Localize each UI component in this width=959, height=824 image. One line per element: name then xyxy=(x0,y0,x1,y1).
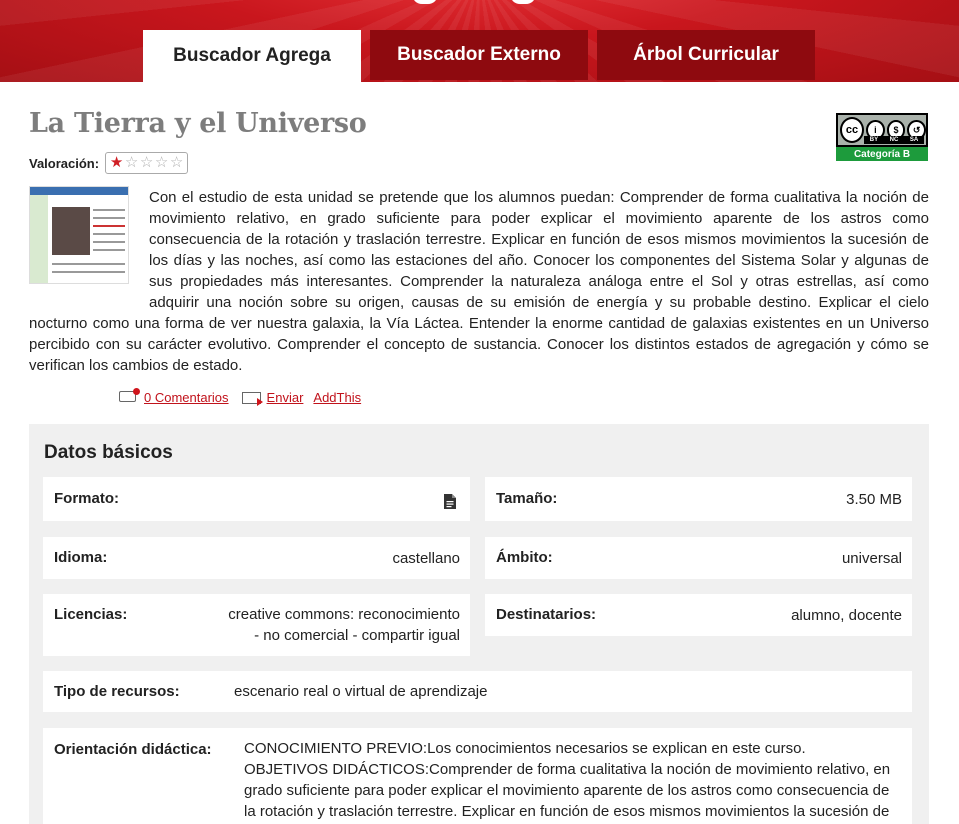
rating-label: Valoración: xyxy=(29,155,100,171)
thumbnail-spacer xyxy=(29,187,149,311)
cc-icon: cc xyxy=(840,117,865,143)
comment-icon xyxy=(118,388,140,406)
tamano-label: Tamaño: xyxy=(496,490,558,507)
idioma-label: Idioma: xyxy=(54,549,108,566)
ambito-card: Ámbito: universal xyxy=(485,537,912,579)
licencias-value-line: - no comercial - compartir igual xyxy=(254,627,460,644)
orientacion-label: Orientación didáctica: xyxy=(54,741,212,758)
formato-label: Formato: xyxy=(54,490,119,507)
tab-buscador-externo[interactable]: Buscador Externo xyxy=(370,30,588,80)
star-icon[interactable]: ★ xyxy=(109,154,124,172)
panel-title: Datos básicos xyxy=(44,442,173,463)
licencias-value: creative commons: reconocimiento - no co… xyxy=(228,604,460,646)
send-link[interactable]: Enviar xyxy=(267,390,304,405)
orientacion-value: CONOCIMIENTO PREVIO:Los conocimientos ne… xyxy=(244,738,894,822)
tamano-card: Tamaño: 3.50 MB xyxy=(485,477,912,521)
ambito-label: Ámbito: xyxy=(496,549,553,566)
site-header: Buscador Agrega Buscador Externo Árbol C… xyxy=(0,0,959,82)
cc-term-by: BY xyxy=(869,137,879,143)
licencias-value-line: creative commons: reconocimiento xyxy=(228,606,460,623)
resource-actions: 0 Comentarios Enviar AddThis xyxy=(118,388,361,406)
description-text: Con el estudio de esta unidad se pretend… xyxy=(29,189,929,374)
document-icon[interactable] xyxy=(444,494,456,509)
destinatarios-value: alumno, docente xyxy=(791,607,902,624)
addthis-link[interactable]: AddThis xyxy=(313,390,361,405)
idioma-card: Idioma: castellano xyxy=(43,537,470,579)
orientacion-line: OBJETIVOS DIDÁCTICOS:Comprender de forma… xyxy=(244,761,891,820)
send-mail-icon xyxy=(241,388,263,406)
ambito-value: universal xyxy=(841,550,902,567)
datos-basicos-panel: Datos básicos Formato: Tamaño: 3.50 MB I… xyxy=(29,424,929,824)
rating-row: Valoración: ★ ☆ ☆ ☆ ☆ xyxy=(29,152,189,174)
star-icon[interactable]: ☆ xyxy=(124,154,139,172)
destinatarios-card: Destinatarios: alumno, docente xyxy=(485,594,912,636)
resource-description: Con el estudio de esta unidad se pretend… xyxy=(29,187,929,376)
tamano-value: 3.50 MB xyxy=(846,491,902,508)
star-rating[interactable]: ★ ☆ ☆ ☆ ☆ xyxy=(105,152,189,174)
comments-link[interactable]: 0 Comentarios xyxy=(144,390,229,405)
tipo-recursos-card: Tipo de recursos: escenario real o virtu… xyxy=(43,671,912,712)
orientacion-card: Orientación didáctica: CONOCIMIENTO PREV… xyxy=(43,728,912,824)
destinatarios-label: Destinatarios: xyxy=(496,606,597,623)
licencias-card: Licencias: creative commons: reconocimie… xyxy=(43,594,470,656)
tipo-recursos-value: escenario real o virtual de aprendizaje xyxy=(234,683,488,700)
idioma-value: castellano xyxy=(392,550,460,567)
license-badge[interactable]: cc i $ ↺ BY NC SA Categoría B xyxy=(836,113,928,161)
site-logo[interactable] xyxy=(400,0,560,8)
formato-card: Formato: xyxy=(43,477,470,521)
cc-logo: cc i $ ↺ BY NC SA xyxy=(836,113,928,147)
orientacion-line: CONOCIMIENTO PREVIO:Los conocimientos ne… xyxy=(244,740,806,757)
tipo-recursos-label: Tipo de recursos: xyxy=(54,683,180,700)
resource-title: La Tierra y el Universo xyxy=(29,108,367,139)
cc-term-nc: NC xyxy=(889,137,899,143)
license-category: Categoría B xyxy=(836,147,928,161)
star-icon[interactable]: ☆ xyxy=(154,154,169,172)
tab-buscador-agrega[interactable]: Buscador Agrega xyxy=(143,30,361,82)
licencias-label: Licencias: xyxy=(54,606,128,623)
star-icon[interactable]: ☆ xyxy=(169,154,184,172)
cc-term-sa: SA xyxy=(909,137,919,143)
star-icon[interactable]: ☆ xyxy=(139,154,154,172)
tab-arbol-curricular[interactable]: Árbol Curricular xyxy=(597,30,815,80)
cc-terms: BY NC SA xyxy=(864,136,924,144)
